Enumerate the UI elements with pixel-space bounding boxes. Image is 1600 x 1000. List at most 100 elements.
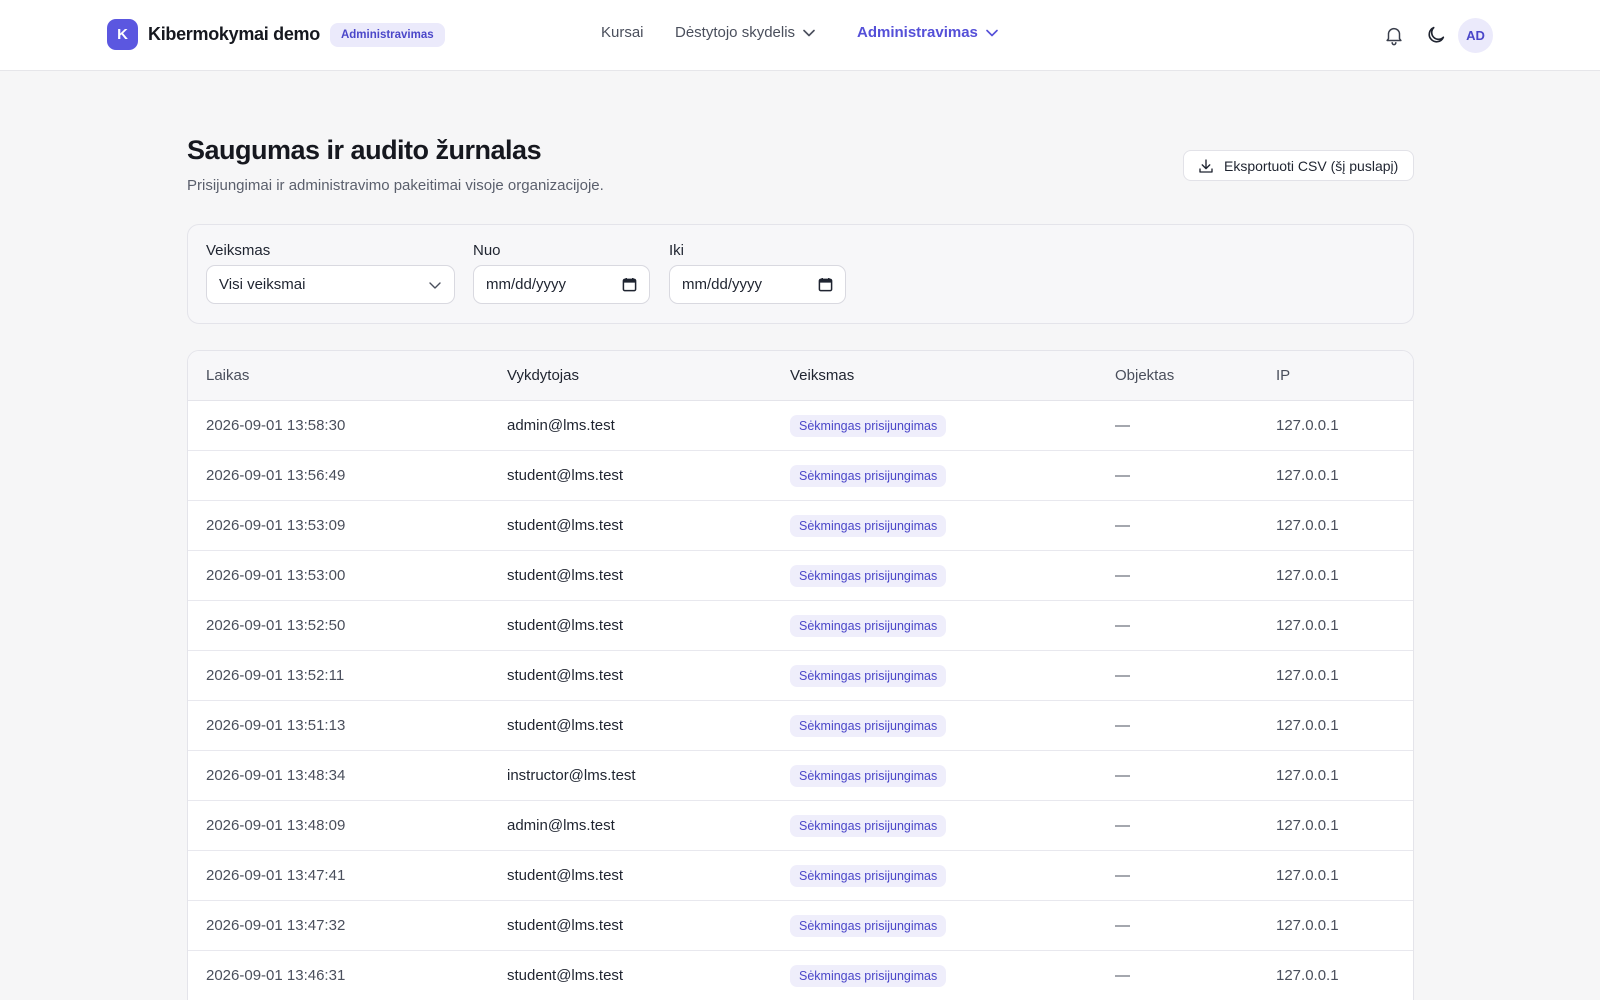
- cell-action-badge: Sėkmingas prisijungimas: [790, 515, 947, 537]
- cell-object: —: [1115, 617, 1130, 634]
- cell-time: 2026-09-01 13:48:34: [206, 767, 346, 784]
- cell-actor: student@lms.test: [507, 717, 624, 734]
- cell-action-badge: Sėkmingas prisijungimas: [790, 565, 947, 587]
- cell-object: —: [1115, 667, 1130, 684]
- table-body: 2026-09-01 13:58:30 admin@lms.test Sėkming…: [188, 401, 1413, 1000]
- from-date-label: Nuo: [473, 242, 501, 259]
- cell-ip: 127.0.0.1: [1276, 767, 1339, 784]
- col-action-header: Veiksmas: [790, 367, 855, 384]
- cell-object: —: [1115, 917, 1130, 934]
- calendar-icon[interactable]: [818, 277, 833, 292]
- cell-time: 2026-09-01 13:52:50: [206, 617, 346, 634]
- action-filter-label: Veiksmas: [206, 242, 271, 259]
- from-date-input[interactable]: mm/dd/yyyy: [473, 265, 650, 304]
- nav-administration[interactable]: Administravimas: [857, 24, 998, 41]
- cell-time: 2026-09-01 13:51:13: [206, 717, 346, 734]
- table-row: 2026-09-01 13:53:09 student@lms.test Sėkmi…: [188, 501, 1413, 551]
- cell-action-badge: Sėkmingas prisijungimas: [790, 465, 947, 487]
- cell-action-badge: Sėkmingas prisijungimas: [790, 865, 947, 887]
- cell-actor: student@lms.test: [507, 567, 624, 584]
- cell-action-badge: Sėkmingas prisijungimas: [790, 415, 947, 437]
- cell-ip: 127.0.0.1: [1276, 517, 1339, 534]
- nav-admin-label: Administravimas: [857, 24, 978, 41]
- cell-time: 2026-09-01 13:58:30: [206, 417, 346, 434]
- nav-teacher-label: Dėstytojo skydelis: [675, 24, 796, 41]
- brand-logo: K: [107, 19, 138, 50]
- cell-actor: instructor@lms.test: [507, 767, 636, 784]
- cell-object: —: [1115, 867, 1130, 884]
- cell-object: —: [1115, 967, 1130, 984]
- cell-actor: student@lms.test: [507, 967, 624, 984]
- cell-time: 2026-09-01 13:56:49: [206, 467, 346, 484]
- user-avatar[interactable]: AD: [1458, 18, 1493, 53]
- table-row: 2026-09-01 13:46:31 student@lms.test Sėkmi…: [188, 951, 1413, 1000]
- cell-ip: 127.0.0.1: [1276, 567, 1339, 584]
- cell-ip: 127.0.0.1: [1276, 667, 1339, 684]
- cell-action-badge: Sėkmingas prisijungimas: [790, 965, 947, 987]
- cell-ip: 127.0.0.1: [1276, 467, 1339, 484]
- cell-object: —: [1115, 467, 1130, 484]
- cell-action-badge: Sėkmingas prisijungimas: [790, 615, 947, 637]
- cell-action-badge: Sėkmingas prisijungimas: [790, 715, 947, 737]
- cell-actor: student@lms.test: [507, 917, 624, 934]
- cell-object: —: [1115, 517, 1130, 534]
- nav-courses[interactable]: Kursai: [601, 24, 644, 41]
- notifications-button[interactable]: [1380, 21, 1408, 49]
- theme-toggle-button[interactable]: [1422, 21, 1450, 49]
- role-badge: Administravimas: [329, 22, 445, 47]
- table-row: 2026-09-01 13:52:50 student@lms.test Sėkmi…: [188, 601, 1413, 651]
- filters-panel: Veiksmas Visi veiksmai Nuo mm/dd/yyyy Ik…: [187, 224, 1414, 324]
- table-row: 2026-09-01 13:52:11 student@lms.test Sėkmi…: [188, 651, 1413, 701]
- cell-actor: student@lms.test: [507, 467, 624, 484]
- download-icon: [1199, 158, 1213, 173]
- cell-ip: 127.0.0.1: [1276, 617, 1339, 634]
- moon-icon: [1428, 26, 1445, 43]
- table-row: 2026-09-01 13:56:49 student@lms.test Sėkmi…: [188, 451, 1413, 501]
- cell-time: 2026-09-01 13:53:09: [206, 517, 346, 534]
- table-row: 2026-09-01 13:47:41 student@lms.test Sėkmi…: [188, 851, 1413, 901]
- cell-action-badge: Sėkmingas prisijungimas: [790, 765, 947, 787]
- cell-time: 2026-09-01 13:52:11: [206, 667, 345, 684]
- cell-ip: 127.0.0.1: [1276, 817, 1339, 834]
- table-row: 2026-09-01 13:53:00 student@lms.test Sėkmi…: [188, 551, 1413, 601]
- chevron-down-icon: [986, 29, 998, 36]
- table-row: 2026-09-01 13:48:09 admin@lms.test Sėkming…: [188, 801, 1413, 851]
- cell-object: —: [1115, 717, 1130, 734]
- cell-ip: 127.0.0.1: [1276, 967, 1339, 984]
- to-date-placeholder: mm/dd/yyyy: [682, 276, 763, 293]
- calendar-icon[interactable]: [622, 277, 637, 292]
- audit-log-table: Laikas Vykdytojas Veiksmas Objektas IP 2…: [187, 350, 1414, 1000]
- cell-actor: student@lms.test: [507, 617, 624, 634]
- page-title: Saugumas ir audito žurnalas: [187, 135, 542, 165]
- cell-object: —: [1115, 767, 1130, 784]
- cell-object: —: [1115, 817, 1130, 834]
- table-header: Laikas Vykdytojas Veiksmas Objektas IP: [188, 351, 1413, 401]
- cell-object: —: [1115, 417, 1130, 434]
- brand[interactable]: K Kibermokymai demo Administravimas: [107, 19, 445, 50]
- brand-name: Kibermokymai demo: [148, 24, 320, 44]
- cell-ip: 127.0.0.1: [1276, 417, 1339, 434]
- chevron-down-icon: [429, 282, 441, 289]
- cell-time: 2026-09-01 13:53:00: [206, 567, 346, 584]
- cell-actor: student@lms.test: [507, 667, 624, 684]
- col-time-header: Laikas: [206, 367, 250, 384]
- to-date-label: Iki: [669, 242, 684, 259]
- action-filter-select[interactable]: Visi veiksmai: [206, 265, 455, 304]
- page-subtitle: Prisijungimai ir administravimo pakeitim…: [187, 177, 604, 194]
- cell-time: 2026-09-01 13:47:32: [206, 917, 346, 934]
- cell-ip: 127.0.0.1: [1276, 717, 1339, 734]
- cell-actor: student@lms.test: [507, 517, 624, 534]
- cell-action-badge: Sėkmingas prisijungimas: [790, 665, 947, 687]
- nav-teacher-dashboard[interactable]: Dėstytojo skydelis: [675, 24, 815, 41]
- cell-action-badge: Sėkmingas prisijungimas: [790, 915, 947, 937]
- cell-time: 2026-09-01 13:48:09: [206, 817, 346, 834]
- table-row: 2026-09-01 13:47:32 student@lms.test Sėkmi…: [188, 901, 1413, 951]
- export-csv-button[interactable]: Eksportuoti CSV (šį puslapį): [1183, 150, 1414, 181]
- cell-actor: student@lms.test: [507, 867, 624, 884]
- from-date-placeholder: mm/dd/yyyy: [486, 276, 567, 293]
- to-date-input[interactable]: mm/dd/yyyy: [669, 265, 846, 304]
- cell-ip: 127.0.0.1: [1276, 917, 1339, 934]
- cell-ip: 127.0.0.1: [1276, 867, 1339, 884]
- bell-icon: [1386, 27, 1402, 46]
- col-ip-header: IP: [1276, 367, 1291, 384]
